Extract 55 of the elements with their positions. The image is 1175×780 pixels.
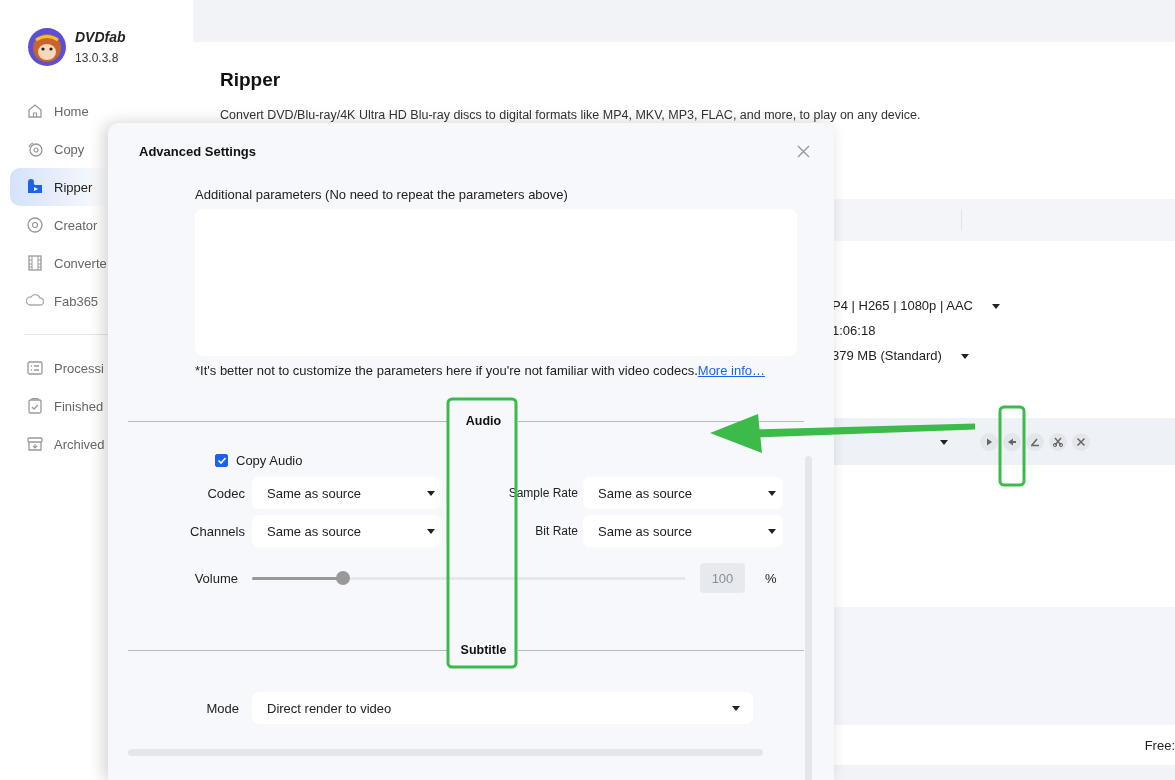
close-icon[interactable] xyxy=(797,144,810,158)
disc-icon xyxy=(26,140,44,158)
detail-text: 1:06:18 xyxy=(832,323,876,338)
more-info-link[interactable]: More info… xyxy=(697,363,765,378)
folder-play-icon xyxy=(26,178,44,196)
field-label: Mode xyxy=(205,700,240,716)
sidebar-item[interactable]: Archived xyxy=(10,425,108,463)
clipboard-check-icon xyxy=(26,397,44,415)
archive-box-icon xyxy=(26,435,44,453)
app-version: 13.0.3.8 xyxy=(75,51,120,65)
checkbox-label: Copy Audio xyxy=(236,453,303,468)
free-space-label: Free: xyxy=(1144,737,1175,753)
dropdown[interactable]: Same as source xyxy=(252,477,442,509)
film-icon xyxy=(26,254,44,272)
sidebar-item[interactable]: Home xyxy=(10,92,108,130)
dialog-title: Advanced Settings xyxy=(139,143,257,159)
section-heading: Subtitle xyxy=(459,643,508,657)
caret-icon xyxy=(426,527,436,535)
pencil-icon[interactable] xyxy=(1026,432,1044,451)
dropdown[interactable]: Same as source xyxy=(583,515,783,547)
field-label: Additional parameters (No need to repeat the parameters above) xyxy=(195,187,569,202)
logo-icon xyxy=(27,27,67,67)
caret-icon xyxy=(426,489,436,497)
sidebar-item[interactable]: Copy xyxy=(10,130,108,168)
disc-icon xyxy=(26,216,44,234)
unit-label: % xyxy=(765,570,777,586)
scrollbar[interactable] xyxy=(805,456,812,780)
sidebar-item[interactable]: Fab365 xyxy=(10,282,108,320)
page-title: Ripper xyxy=(220,69,282,91)
checkbox[interactable] xyxy=(215,454,228,467)
sidebar-item[interactable]: Finished xyxy=(10,387,108,425)
field-label: Codec xyxy=(206,485,246,501)
scissors-icon[interactable] xyxy=(1049,432,1067,451)
check-icon xyxy=(216,456,227,465)
list-icon xyxy=(26,359,44,377)
dropdown[interactable]: Same as source xyxy=(583,477,783,509)
caret-icon xyxy=(767,489,777,497)
caret-icon xyxy=(767,527,777,535)
field-label: Channels xyxy=(189,523,246,539)
home-icon xyxy=(26,102,44,120)
close-icon[interactable] xyxy=(1072,432,1090,451)
sidebar-item[interactable]: Creator xyxy=(10,206,108,244)
play-icon[interactable] xyxy=(980,432,998,451)
section-heading: Audio xyxy=(464,414,503,428)
hint-text: *It's better not to customize the parameters here if you're not familiar with video codecs.More info… xyxy=(195,363,766,378)
field-label: Volume xyxy=(193,570,239,586)
detail-text: 379 MB (Standard) xyxy=(832,348,942,363)
caret-icon xyxy=(731,704,741,712)
sidebar-item[interactable]: Processi xyxy=(10,349,108,387)
field-label: Bit Rate xyxy=(534,524,579,538)
dropdown[interactable]: Direct render to video xyxy=(252,692,753,724)
sidebar-item[interactable]: Converte xyxy=(10,244,108,282)
app-name: DVDfab xyxy=(75,29,126,45)
dropdown[interactable]: Same as source xyxy=(252,515,442,547)
page-description: Convert DVD/Blu-ray/4K Ultra HD Blu-ray discs to digital formats like MP4, MKV, MP3, FLAC, and more, to play on any device. xyxy=(220,108,922,122)
